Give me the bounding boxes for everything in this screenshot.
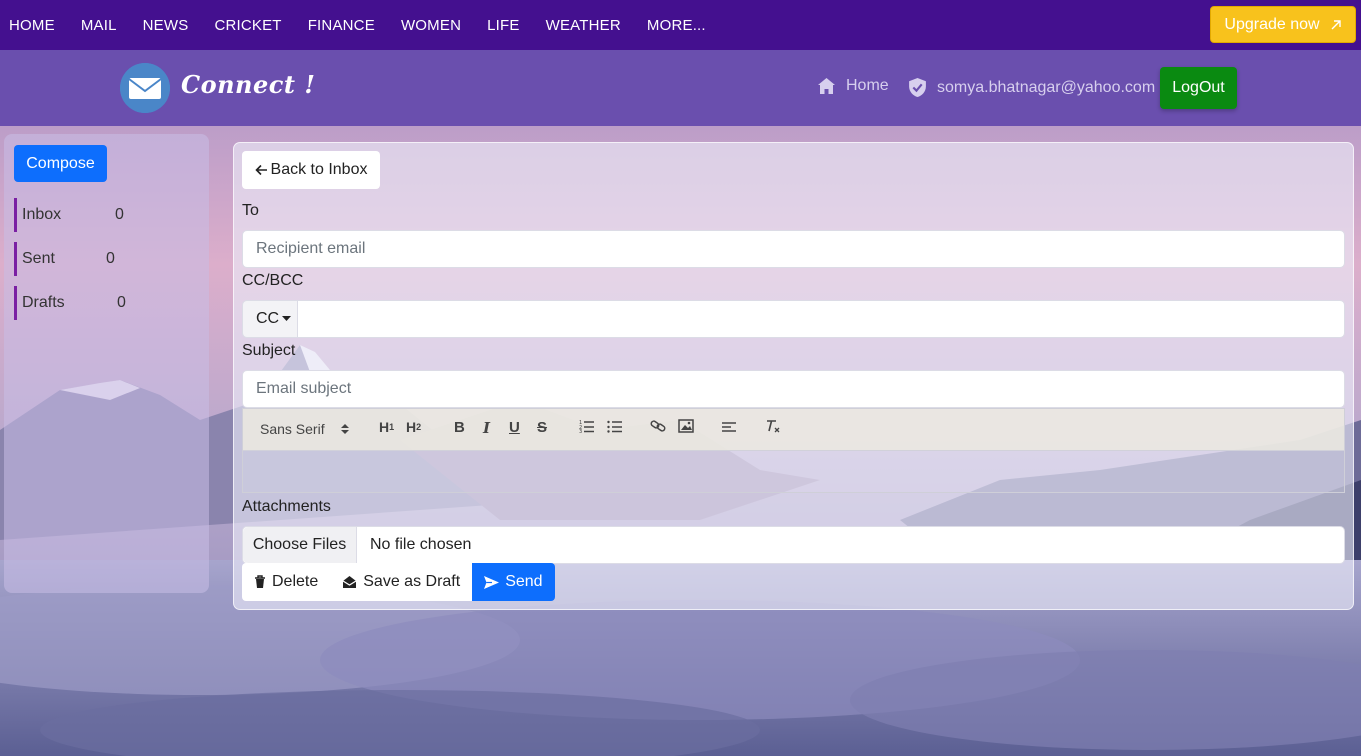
home-icon xyxy=(818,78,835,94)
ordered-list-icon[interactable]: 123 xyxy=(579,419,595,433)
upgrade-button[interactable]: Upgrade now xyxy=(1210,6,1356,43)
sidebar: Compose Inbox 0 Sent 0 Drafts 0 xyxy=(4,134,209,593)
user-email: somya.bhatnagar@yahoo.com xyxy=(937,78,1156,96)
cc-selected-value: CC xyxy=(256,310,280,327)
folder-label: Sent xyxy=(22,250,55,267)
no-file-text: No file chosen xyxy=(370,536,472,553)
envelope-open-icon xyxy=(342,576,357,588)
trash-icon xyxy=(255,575,265,588)
user-account: somya.bhatnagar@yahoo.com xyxy=(907,77,1155,98)
to-label: To xyxy=(242,202,259,219)
external-arrow-icon xyxy=(1331,19,1341,29)
folder-count: 0 xyxy=(117,294,126,311)
font-value: Sans Serif xyxy=(260,421,325,437)
clear-format-icon[interactable] xyxy=(765,419,781,433)
send-label: Send xyxy=(505,573,543,590)
nav-cricket[interactable]: CRICKET xyxy=(214,17,281,34)
ccbcc-input[interactable] xyxy=(242,300,1345,338)
compose-button[interactable]: Compose xyxy=(14,145,107,182)
send-icon xyxy=(484,575,500,589)
attachments-label: Attachments xyxy=(242,498,331,515)
arrow-left-icon xyxy=(254,164,267,176)
home-label: Home xyxy=(846,77,889,94)
nav-finance[interactable]: FINANCE xyxy=(308,17,375,34)
save-draft-button[interactable]: Save as Draft xyxy=(330,563,473,601)
subject-label: Subject xyxy=(242,342,296,359)
logout-button[interactable]: LogOut xyxy=(1160,67,1237,109)
to-input[interactable]: Recipient email xyxy=(242,230,1345,268)
strike-icon[interactable]: S xyxy=(537,419,547,436)
choose-files-button[interactable]: Choose Files xyxy=(243,527,357,563)
sidebar-item-sent[interactable]: Sent 0 xyxy=(14,242,127,276)
subject-input[interactable]: Email subject xyxy=(242,370,1345,408)
align-icon[interactable] xyxy=(721,419,737,433)
back-label: Back to Inbox xyxy=(270,161,368,178)
nav-life[interactable]: LIFE xyxy=(487,17,519,34)
font-select[interactable]: Sans Serif xyxy=(260,421,349,437)
sidebar-item-inbox[interactable]: Inbox 0 xyxy=(14,198,127,232)
message-editor[interactable] xyxy=(242,450,1345,493)
image-icon[interactable] xyxy=(678,419,694,433)
folder-label: Inbox xyxy=(22,206,62,223)
caret-down-icon xyxy=(282,316,292,321)
ccbcc-label: CC/BCC xyxy=(242,272,304,289)
underline-icon[interactable]: U xyxy=(509,419,520,436)
editor-toolbar: Sans Serif H1 H2 B I U S 123 xyxy=(242,408,1345,451)
header-home-link[interactable]: Home xyxy=(817,77,889,95)
h2-icon[interactable]: H2 xyxy=(406,419,421,435)
app-header: Connect ! Home somya.bhatnagar@yahoo.com… xyxy=(0,50,1361,126)
nav-weather[interactable]: WEATHER xyxy=(546,17,621,34)
brand-title: Connect ! xyxy=(181,70,316,99)
verified-shield-icon xyxy=(909,78,926,97)
compose-card: Back to Inbox To Recipient email CC/BCC … xyxy=(233,142,1354,610)
upgrade-label: Upgrade now xyxy=(1224,15,1320,33)
updown-caret-icon xyxy=(340,424,349,434)
nav-mail[interactable]: MAIL xyxy=(81,17,117,34)
cc-dropdown[interactable]: CC xyxy=(242,300,298,338)
nav-news[interactable]: NEWS xyxy=(143,17,189,34)
top-navbar: HOME MAIL NEWS CRICKET FINANCE WOMEN LIF… xyxy=(0,0,1361,50)
bold-icon[interactable]: B xyxy=(454,419,465,436)
bullet-list-icon[interactable] xyxy=(607,419,623,433)
delete-button[interactable]: Delete xyxy=(242,563,331,601)
file-input[interactable]: Choose Files No file chosen xyxy=(242,526,1345,564)
nav-more[interactable]: MORE... xyxy=(647,17,706,34)
sidebar-item-drafts[interactable]: Drafts 0 xyxy=(14,286,127,320)
envelope-logo-icon xyxy=(120,63,170,113)
back-to-inbox-button[interactable]: Back to Inbox xyxy=(242,151,380,189)
nav-women[interactable]: WOMEN xyxy=(401,17,461,34)
delete-label: Delete xyxy=(272,573,319,590)
nav-home[interactable]: HOME xyxy=(9,17,55,34)
send-button[interactable]: Send xyxy=(472,563,555,601)
italic-icon[interactable]: I xyxy=(483,419,490,437)
save-draft-label: Save as Draft xyxy=(363,573,461,590)
folder-count: 0 xyxy=(106,250,115,267)
svg-text:3: 3 xyxy=(579,429,582,433)
folder-label: Drafts xyxy=(22,294,65,311)
link-icon[interactable] xyxy=(650,419,666,433)
h1-icon[interactable]: H1 xyxy=(379,419,394,435)
folder-count: 0 xyxy=(115,206,124,223)
action-bar: Delete Save as Draft Send xyxy=(242,563,555,601)
